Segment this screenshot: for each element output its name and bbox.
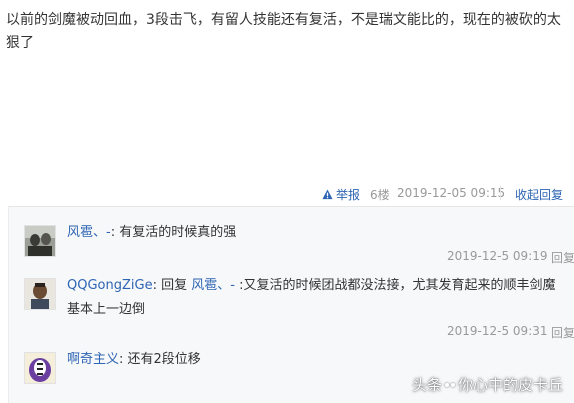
avatar-photo-icon (25, 226, 55, 256)
floor-number: 6楼 (370, 188, 390, 202)
report-link[interactable]: 举报 (322, 186, 360, 203)
reply-username[interactable]: QQGongZiGe (67, 278, 153, 293)
reply-time: 2019-12-5 09:31 (447, 324, 548, 338)
reply-time: 2019-12-5 09:19 (447, 249, 548, 263)
reply-button[interactable]: 回复 (551, 324, 574, 341)
avatar-cartoon-icon (25, 353, 55, 383)
collapse-replies-link[interactable]: 收起回复 (515, 186, 563, 203)
avatar[interactable] (24, 352, 56, 384)
reply-target-username[interactable]: 风雹、- (191, 278, 235, 293)
dots-icon (445, 382, 456, 387)
report-label: 举报 (336, 188, 361, 202)
warning-icon (322, 189, 333, 200)
reply-button[interactable]: 回复 (551, 249, 574, 266)
post-content: 以前的剑魔被动回血，3段击飞，有留人技能还有复活，不是瑞文能比的，现在的被砍的太… (6, 12, 561, 51)
avatar[interactable] (24, 225, 56, 257)
avatar[interactable] (24, 278, 56, 310)
watermark-prefix: 头条 (412, 376, 443, 394)
watermark: 头条 你心中的皮卡丘 (412, 374, 563, 395)
reply-username[interactable]: 风雹、- (67, 225, 111, 240)
avatar-photo-icon (25, 279, 55, 309)
reply-username[interactable]: 啊奇主义 (67, 352, 119, 367)
post-meta-bar: 举报 6楼 2019-12-05 09:15 收起回复 (0, 184, 574, 204)
reply-body: : 有复活的时候真的强 (110, 225, 237, 240)
reply-prefix: : 回复 (152, 278, 192, 293)
meta-divider (500, 186, 501, 200)
post-time: 2019-12-05 09:15 (397, 186, 506, 200)
reply-text: 啊奇主义: 还有2段位移 (67, 348, 561, 372)
reply-text: QQGongZiGe: 回复 风雹、- :又复活的时候团战都没法接，尤其发育起来… (67, 274, 561, 322)
watermark-author: 你心中的皮卡丘 (458, 376, 564, 394)
reply-body: : 还有2段位移 (119, 352, 201, 367)
reply-text: 风雹、-: 有复活的时候真的强 (67, 221, 561, 245)
